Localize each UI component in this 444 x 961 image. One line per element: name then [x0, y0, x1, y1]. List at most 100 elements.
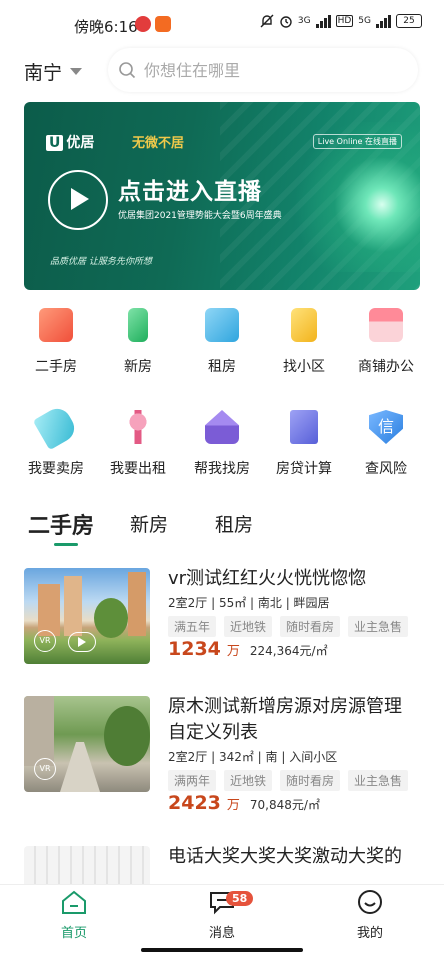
grid-item-find-house[interactable]: 帮我找房	[182, 410, 262, 478]
listing-tags: 满两年 近地铁 随时看房 业主急售	[168, 770, 409, 791]
listing-photo: VR	[24, 696, 150, 792]
city-label: 南宁	[24, 62, 63, 84]
play-icon[interactable]	[48, 170, 108, 230]
search-bar[interactable]	[108, 48, 418, 92]
home-indicator	[141, 948, 303, 952]
grid-item-community[interactable]: 找小区	[264, 308, 344, 376]
tab-indicator	[54, 543, 78, 546]
mortgage-calc-icon	[290, 410, 318, 444]
city-selector[interactable]: 南宁	[24, 58, 83, 85]
listing-tags: 满五年 近地铁 随时看房 业主急售	[168, 616, 409, 637]
nav-mine-label: 我的	[356, 926, 383, 941]
banner-slogan: 品质优居 让服务先你所想	[50, 257, 152, 267]
unit-price: 70,848元/㎡	[249, 798, 320, 812]
search-icon	[119, 62, 136, 79]
status-indicators: 3G HD 5G 25	[260, 14, 422, 28]
listing-tag: 随时看房	[280, 616, 341, 637]
grid-item-risk[interactable]: 信查风险	[346, 410, 426, 478]
live-online-tag: Live Online 在线直播	[312, 134, 402, 149]
listing-price: 1234 万 224,364元/㎡	[168, 638, 328, 660]
listing-title: vr测试红红火火恍恍惚惚	[168, 568, 367, 589]
grid-label: 新房	[124, 359, 152, 375]
grid-item-mortgage[interactable]: 房贷计算	[264, 410, 344, 478]
listing-card[interactable]: 电话大奖大奖大奖激动大奖的	[24, 846, 424, 884]
status-bar: 傍晚6:16 3G HD 5G 25	[0, 0, 444, 48]
listing-photo	[24, 846, 150, 884]
video-icon	[68, 632, 96, 652]
grid-label: 房贷计算	[276, 461, 332, 477]
battery-icon: 25	[396, 14, 422, 28]
tab-rent[interactable]: 租房	[215, 510, 253, 537]
rent-house-icon	[205, 308, 239, 342]
secondhand-house-icon	[39, 308, 73, 342]
price-unit: 万	[226, 798, 240, 813]
status-time: 傍晚6:16	[74, 18, 138, 36]
grid-item-shop-office[interactable]: 商铺办公	[346, 308, 426, 376]
grid-item-new-house[interactable]: 新房	[98, 308, 178, 376]
listing-title: 原木测试新增房源对房源管理自定义列表	[168, 696, 402, 743]
grid-label: 查风险	[365, 461, 407, 477]
new-house-icon	[128, 308, 148, 342]
grid-item-secondhand[interactable]: 二手房	[16, 308, 96, 376]
signal-5g-label: 5G	[358, 16, 371, 26]
listing-price: 2423 万 70,848元/㎡	[168, 792, 320, 814]
listing-tag: 近地铁	[224, 770, 273, 791]
listing-card[interactable]: VR vr测试红红火火恍恍惚惚 2室2厅 | 55㎡ | 南北 | 畔园居 满五…	[24, 568, 424, 668]
grid-item-sell[interactable]: 我要卖房	[16, 403, 96, 478]
category-tabs: 二手房 新房 租房	[0, 506, 444, 548]
find-house-icon	[205, 410, 239, 444]
risk-check-icon: 信	[369, 410, 403, 444]
signal-3g-label: 3G	[297, 16, 311, 26]
search-input[interactable]	[142, 59, 406, 81]
total-price: 1234	[168, 638, 221, 660]
grid-label: 帮我找房	[194, 461, 250, 477]
listing-card[interactable]: VR 原木测试新增房源对房源管理自定义列表 2室2厅 | 342㎡ | 南 | …	[24, 696, 424, 816]
message-badge: 58	[226, 891, 254, 906]
brand-name: 优居	[66, 135, 95, 151]
nav-mine[interactable]: 我的	[330, 889, 410, 941]
listing-meta: 2室2厅 | 55㎡ | 南北 | 畔园居	[168, 596, 330, 610]
listing-tag: 业主急售	[348, 770, 409, 791]
lease-out-icon	[121, 410, 155, 444]
unit-price: 224,364元/㎡	[249, 644, 328, 658]
listing-tag: 满五年	[168, 616, 217, 637]
nav-messages[interactable]: 58 消息	[182, 889, 262, 941]
hd-label: HD	[335, 15, 354, 27]
grid-label: 我要卖房	[28, 461, 84, 477]
grid-item-rent[interactable]: 租房	[182, 308, 262, 376]
tab-new-house[interactable]: 新房	[130, 510, 168, 537]
grid-label: 商铺办公	[358, 359, 414, 375]
dropdown-arrow-icon	[70, 68, 83, 75]
home-icon	[62, 890, 86, 914]
signal-bars-icon	[315, 14, 331, 28]
listing-title: 电话大奖大奖大奖激动大奖的	[168, 846, 402, 867]
nav-messages-label: 消息	[208, 926, 235, 941]
banner-subtitle: 优居集团2021管理势能大会暨6周年盛典	[118, 211, 282, 221]
shop-office-icon	[369, 308, 403, 342]
vr-icon: VR	[34, 630, 56, 652]
listing-tag: 业主急售	[348, 616, 409, 637]
app-notification-icon	[155, 16, 171, 32]
alarm-icon	[280, 16, 292, 28]
nav-home-label: 首页	[60, 926, 87, 941]
grid-item-lease-out[interactable]: 我要出租	[98, 410, 178, 478]
listing-tag: 近地铁	[224, 616, 273, 637]
total-price: 2423	[168, 792, 221, 814]
anniversary-logo: 无微不居	[132, 136, 185, 151]
search-row: 南宁	[0, 46, 444, 96]
grid-label: 找小区	[283, 359, 325, 375]
grid-label: 租房	[208, 359, 236, 375]
vr-icon: VR	[34, 758, 56, 780]
community-icon	[291, 308, 317, 342]
listing-tag: 满两年	[168, 770, 217, 791]
signal-bars-2-icon	[376, 14, 391, 28]
live-banner[interactable]: U 优居 无微不居 Live Online 在线直播 点击进入直播 优居集团202…	[24, 102, 420, 290]
listing-photo: VR	[24, 568, 150, 664]
price-unit: 万	[226, 644, 240, 659]
weibo-app-icon	[135, 16, 151, 32]
listing-meta: 2室2厅 | 342㎡ | 南 | 入间小区	[168, 750, 338, 764]
brand-logo: U 优居	[46, 132, 94, 152]
tab-secondhand[interactable]: 二手房	[28, 508, 94, 540]
nav-home[interactable]: 首页	[34, 889, 114, 941]
listing-tag: 随时看房	[280, 770, 341, 791]
